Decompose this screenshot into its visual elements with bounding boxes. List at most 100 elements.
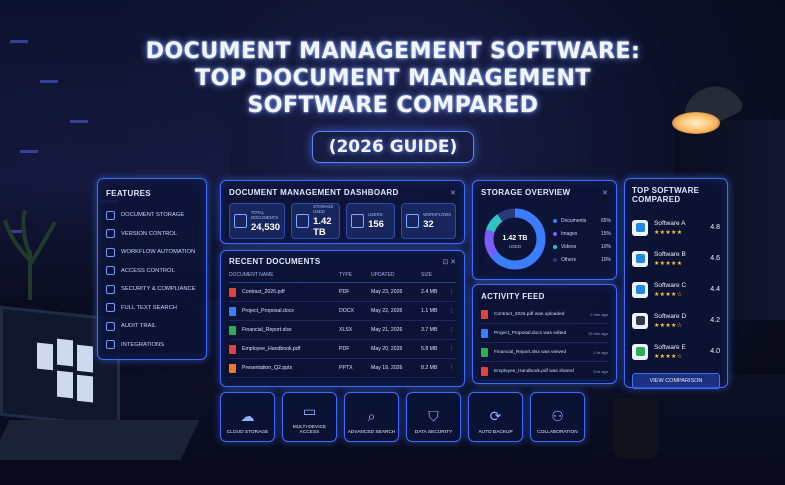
doc-name: Employee_Handbook.pdf [242, 346, 301, 352]
feature-card[interactable]: ▭ MULTI-DEVICE ACCESS [282, 392, 337, 442]
feature-item[interactable]: DOCUMENT STORAGE [106, 206, 198, 225]
history-icon [106, 229, 115, 239]
more-icon[interactable]: ⋮ [449, 308, 459, 314]
feature-card[interactable]: ☁ CLOUD STORAGE [220, 392, 275, 442]
software-logo-icon [632, 343, 648, 360]
stat-label: USERS [368, 212, 383, 217]
legend-label: Others [561, 256, 577, 263]
feature-highlights: ☁ CLOUD STORAGE ▭ MULTI-DEVICE ACCESS ⌕ ADVAN… [220, 392, 588, 444]
file-type-icon [229, 325, 236, 335]
legend-dot [553, 218, 557, 223]
recent-documents-panel: RECENT DOCUMENTS ⊡ ✕ DOCUMENT NAME TYPE … [220, 250, 465, 387]
software-rating: 4.4 [710, 286, 720, 293]
legend-pct: 15% [600, 230, 611, 237]
donut-center-label: USED [509, 244, 522, 249]
cloud-icon: ☁ [240, 408, 255, 424]
dashboard-panel: DOCUMENT MANAGEMENT DASHBOARD ✕ TOTAL DO… [220, 180, 465, 244]
feature-item[interactable]: AUDIT TRAIL [106, 317, 198, 336]
close-icon[interactable]: ✕ [602, 189, 608, 197]
software-item[interactable]: Software D ★★★★☆ 4.2 [632, 305, 720, 336]
activity-text: Financial_Report.xlsx was viewed [494, 349, 566, 355]
feature-item[interactable]: INTEGRATIONS [106, 336, 198, 355]
more-icon[interactable]: ⋮ [449, 289, 459, 295]
stat-label: TOTAL DOCUMENTS [251, 209, 278, 220]
page-subtitle: (2026 GUIDE) [311, 131, 475, 163]
doc-size: 8.2 MB [421, 365, 438, 371]
doc-size: 3.7 MB [421, 327, 438, 333]
star-rating: ★★★★☆ [654, 353, 683, 360]
close-icon[interactable]: ⊡ ✕ [442, 258, 456, 266]
software-logo-icon [632, 219, 648, 236]
doc-updated: May 21, 2026 [371, 327, 403, 333]
star-rating: ★★★★☆ [654, 322, 683, 329]
close-icon[interactable]: ✕ [450, 189, 456, 197]
table-row[interactable]: Financial_Report.xlsx XLSX May 21, 2026 3.7… [229, 321, 456, 340]
software-logo-icon [632, 281, 648, 298]
more-icon[interactable]: ⋮ [449, 346, 459, 352]
feature-item[interactable]: WORKFLOW AUTOMATION [106, 243, 198, 262]
feature-label: INTEGRATIONS [121, 341, 165, 348]
more-icon[interactable]: ⋮ [449, 327, 459, 333]
devices-icon: ▭ [302, 403, 317, 419]
feature-label: VERSION CONTROL [121, 230, 178, 237]
feature-item[interactable]: SECURITY & COMPLIANCE [106, 280, 198, 299]
legend-label: Documents [561, 217, 587, 224]
audit-icon [106, 321, 115, 331]
doc-updated: May 20, 2026 [371, 346, 403, 352]
feature-card-label: DATA SECURITY [414, 430, 453, 435]
feature-item[interactable]: ACCESS CONTROL [106, 262, 198, 281]
feature-card[interactable]: ⚇ COLLABORATION [530, 392, 585, 442]
stat-card: WORKFLOWS 32 [401, 203, 457, 239]
shield-icon: ⛉ [428, 408, 439, 424]
doc-name: Presentation_Q2.pptx [242, 365, 293, 371]
table-row[interactable]: Presentation_Q2.pptx PPTX May 19, 2026 8.2 … [229, 359, 456, 378]
table-row[interactable]: Project_Proposal.docx DOCX May 22, 2026 1.1… [229, 302, 456, 321]
title-block: DOCUMENT MANAGEMENT SOFTWARE: TOP DOCUME… [128, 22, 658, 172]
software-item[interactable]: Software E ★★★★☆ 4.0 [632, 336, 720, 367]
legend-item: Others 10% [553, 253, 611, 266]
doc-name: Project_Proposal.docx [242, 308, 294, 314]
feature-card-label: ADVANCED SEARCH [347, 430, 396, 435]
feature-item[interactable]: FULL TEXT SEARCH [106, 299, 198, 318]
feature-card[interactable]: ⛉ DATA SECURITY [406, 392, 461, 442]
feature-card[interactable]: ⟳ AUTO BACKUP [468, 392, 523, 442]
activity-item[interactable]: Contract_2026.pdf was uploaded 2 min ago [481, 305, 608, 324]
plant [3, 210, 57, 300]
software-logo-icon [632, 250, 648, 267]
docs-table-header: DOCUMENT NAME TYPE UPDATED SIZE [229, 272, 456, 283]
software-item[interactable]: Software C ★★★★☆ 4.4 [632, 274, 720, 305]
team-icon: ⚇ [551, 408, 564, 424]
legend-label: Videos [561, 243, 577, 250]
activity-text: Contract_2026.pdf was uploaded [494, 311, 565, 317]
software-name: Software D [654, 312, 687, 320]
activity-item[interactable]: Employee_Handbook.pdf was shared 3 hr ago [481, 362, 608, 381]
software-rating: 4.6 [710, 255, 720, 262]
search-icon [106, 303, 115, 313]
doc-size: 1.1 MB [421, 308, 438, 314]
feature-label: AUDIT TRAIL [121, 323, 157, 330]
doc-updated: May 19, 2026 [371, 365, 403, 371]
doc-type: PDF [339, 289, 350, 295]
stat-value: 32 [423, 219, 434, 230]
table-row[interactable]: Employee_Handbook.pdf PDF May 20, 2026 5.8 … [229, 340, 456, 359]
software-item[interactable]: Software B ★★★★★ 4.6 [632, 243, 720, 274]
software-item[interactable]: Software A ★★★★★ 4.8 [632, 212, 720, 243]
view-comparison-button[interactable]: VIEW COMPARISON [632, 373, 720, 389]
stat-value: 24,530 [251, 221, 281, 233]
table-row[interactable]: Contract_2026.pdf PDF May 23, 2026 2.4 MB ⋮ [229, 283, 456, 302]
legend-pct: 65% [600, 217, 611, 224]
activity-item[interactable]: Financial_Report.xlsx was viewed 1 hr ago [481, 343, 608, 362]
doc-type: PPTX [339, 365, 353, 371]
activity-time: 1 hr ago [593, 349, 608, 355]
doc-size: 5.8 MB [421, 346, 438, 352]
activity-heading: ACTIVITY FEED [481, 292, 545, 301]
feature-label: FULL TEXT SEARCH [121, 304, 177, 311]
activity-item[interactable]: Project_Proposal.docx was edited 15 min a… [481, 324, 608, 343]
workflow-icon [106, 247, 115, 257]
more-icon[interactable]: ⋮ [449, 365, 459, 371]
feature-label: ACCESS CONTROL [121, 267, 175, 274]
feature-card[interactable]: ⌕ ADVANCED SEARCH [344, 392, 399, 442]
page-title: DOCUMENT MANAGEMENT SOFTWARE: TOP DOCUME… [145, 39, 641, 118]
feature-item[interactable]: VERSION CONTROL [106, 225, 198, 244]
doc-type: PDF [339, 346, 350, 352]
